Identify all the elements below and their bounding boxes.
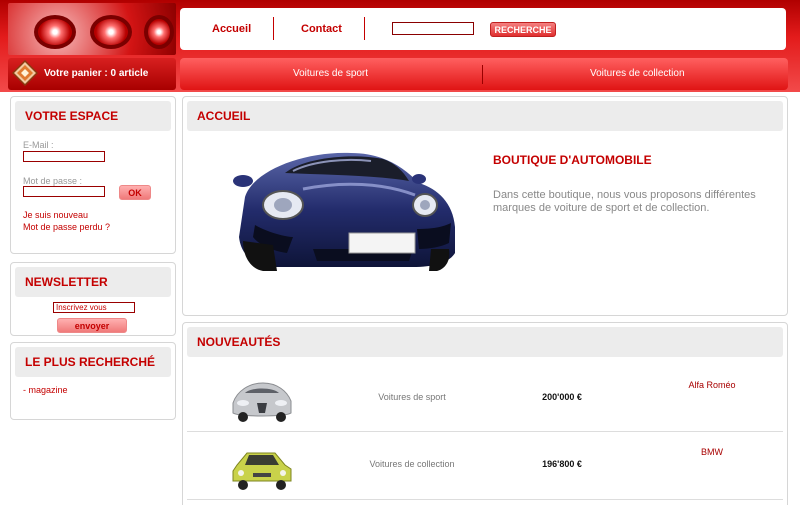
home-panel-title: ACCUEIL bbox=[197, 109, 251, 123]
home-panel: ACCUEIL BOUTIQUE D'AUTOMOBILE Dans cette… bbox=[182, 96, 788, 316]
email-field[interactable] bbox=[23, 151, 105, 162]
taillight-graphic bbox=[34, 15, 76, 49]
product-row[interactable]: Voitures de collection 196'800 € BMW bbox=[187, 433, 783, 499]
product-brand-link[interactable]: BMW bbox=[657, 447, 767, 457]
account-panel-title: VOTRE ESPACE bbox=[25, 109, 119, 123]
category-divider bbox=[482, 65, 483, 84]
shop-description: Dans cette boutique, nous vous proposons… bbox=[493, 189, 756, 214]
cart-summary[interactable]: Votre panier : 0 article bbox=[8, 58, 176, 90]
new-arrivals-panel-header: NOUVEAUTÉS bbox=[187, 327, 783, 357]
account-panel: VOTRE ESPACE E-Mail : Mot de passe : OK … bbox=[10, 96, 176, 254]
product-thumbnail[interactable] bbox=[229, 441, 295, 493]
category-collection-link[interactable]: Voitures de collection bbox=[590, 68, 685, 79]
login-ok-button[interactable]: OK bbox=[119, 185, 151, 200]
password-label: Mot de passe : bbox=[23, 176, 83, 186]
row-divider bbox=[187, 431, 783, 432]
product-category: Voitures de collection bbox=[369, 459, 455, 469]
product-brand-link[interactable]: Alfa Roméo bbox=[657, 380, 767, 390]
site-logo[interactable] bbox=[8, 3, 176, 55]
search-button[interactable]: RECHERCHE bbox=[490, 22, 556, 37]
product-price: 196'800 € bbox=[542, 459, 582, 469]
new-arrivals-panel: NOUVEAUTÉS Voitures de sport 200'000 € A… bbox=[182, 322, 788, 505]
popular-panel-header: LE PLUS RECHERCHÉ bbox=[15, 347, 171, 377]
featured-car-image bbox=[233, 152, 455, 271]
popular-panel: LE PLUS RECHERCHÉ - magazine bbox=[10, 342, 176, 420]
cart-status-text: Votre panier : 0 article bbox=[44, 68, 149, 79]
newsletter-panel: NEWSLETTER envoyer bbox=[10, 262, 176, 336]
taillight-graphic bbox=[144, 15, 174, 49]
password-field[interactable] bbox=[23, 186, 105, 197]
row-divider bbox=[187, 499, 783, 500]
newsletter-panel-title: NEWSLETTER bbox=[25, 275, 108, 289]
nav-home-link[interactable]: Accueil bbox=[212, 23, 251, 35]
nav-divider bbox=[273, 17, 274, 40]
newsletter-submit-button[interactable]: envoyer bbox=[57, 318, 127, 333]
popular-panel-title: LE PLUS RECHERCHÉ bbox=[25, 355, 156, 369]
email-label: E-Mail : bbox=[23, 140, 54, 150]
product-price: 200'000 € bbox=[542, 392, 582, 402]
taillight-graphic bbox=[90, 15, 132, 49]
nav-divider bbox=[364, 17, 365, 40]
category-sport-link[interactable]: Voitures de sport bbox=[293, 68, 368, 79]
nav-contact-link[interactable]: Contact bbox=[301, 23, 342, 35]
top-navigation: Accueil Contact RECHERCHE bbox=[180, 8, 786, 50]
popular-item-magazine[interactable]: - magazine bbox=[23, 385, 68, 395]
category-navigation: Voitures de sport Voitures de collection bbox=[180, 58, 788, 90]
product-thumbnail[interactable] bbox=[229, 373, 295, 425]
shop-title: BOUTIQUE D'AUTOMOBILE bbox=[493, 153, 652, 167]
forgot-password-link[interactable]: Mot de passe perdu ? bbox=[23, 222, 110, 232]
cart-icon bbox=[12, 60, 38, 86]
home-panel-header: ACCUEIL bbox=[187, 101, 783, 131]
register-link[interactable]: Je suis nouveau bbox=[23, 210, 88, 220]
newsletter-email-input[interactable] bbox=[53, 302, 135, 313]
search-input[interactable] bbox=[392, 22, 474, 35]
newsletter-panel-header: NEWSLETTER bbox=[15, 267, 171, 297]
site-header: Accueil Contact RECHERCHE Votre panier :… bbox=[0, 0, 800, 92]
product-category: Voitures de sport bbox=[378, 392, 446, 402]
new-arrivals-panel-title: NOUVEAUTÉS bbox=[197, 335, 281, 349]
product-row[interactable]: Voitures de sport 200'000 € Alfa Roméo bbox=[187, 365, 783, 431]
account-panel-header: VOTRE ESPACE bbox=[15, 101, 171, 131]
